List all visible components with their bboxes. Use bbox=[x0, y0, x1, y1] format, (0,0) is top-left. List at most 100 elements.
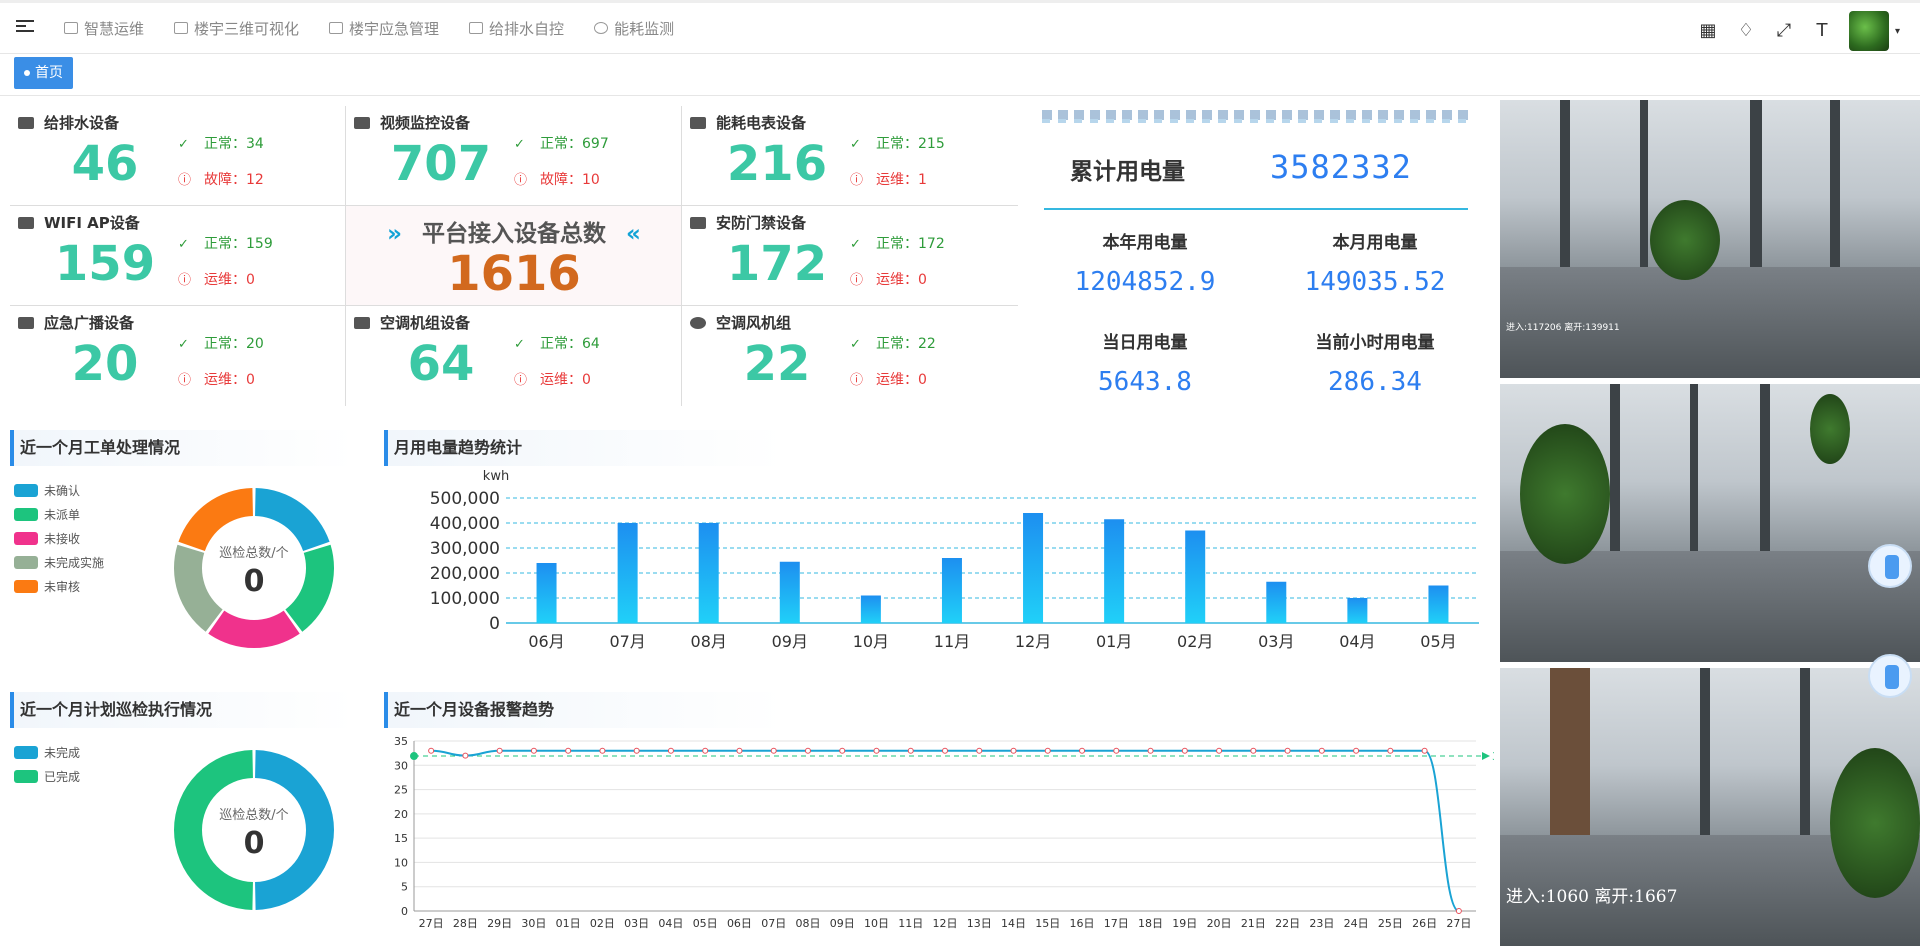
data-point[interactable] bbox=[667, 747, 674, 754]
data-point[interactable] bbox=[770, 747, 777, 754]
total-usage-label: 累计用电量 bbox=[1070, 159, 1185, 185]
menu-toggle-icon[interactable] bbox=[16, 17, 34, 35]
nav-item-emergency[interactable]: 楼宇应急管理 bbox=[329, 18, 439, 39]
stat-meter[interactable]: 能耗电表设备 216 ✓ 正常：215 ⓘ 运维：1 bbox=[682, 106, 1018, 206]
stat-ac-unit[interactable]: 空调机组设备 64 ✓ 正常：64 ⓘ 运维：0 bbox=[346, 306, 682, 406]
donut-slice[interactable] bbox=[285, 544, 334, 632]
x-tick-label: 16日 bbox=[1070, 917, 1095, 930]
data-point[interactable] bbox=[1113, 747, 1120, 754]
donut-slice[interactable] bbox=[174, 544, 223, 632]
x-tick-label: 08日 bbox=[795, 917, 820, 930]
data-point[interactable] bbox=[1181, 747, 1188, 754]
check-icon: ✓ bbox=[850, 137, 861, 152]
data-point[interactable] bbox=[599, 747, 606, 754]
stat-wifi[interactable]: WIFI AP设备 159 ✓ 正常：159 ⓘ 运维：0 bbox=[10, 206, 346, 306]
data-point[interactable] bbox=[873, 747, 880, 754]
nav-item-3d[interactable]: 楼宇三维可视化 bbox=[174, 18, 299, 39]
bar[interactable] bbox=[1023, 513, 1044, 623]
bar[interactable] bbox=[1185, 530, 1206, 624]
bar[interactable] bbox=[1266, 581, 1287, 623]
bar[interactable] bbox=[779, 561, 800, 623]
data-point[interactable] bbox=[1044, 747, 1051, 754]
donut-slice[interactable] bbox=[178, 488, 253, 551]
bar[interactable] bbox=[860, 595, 881, 624]
font-size-icon[interactable]: T bbox=[1811, 20, 1833, 42]
data-point[interactable] bbox=[1353, 747, 1360, 754]
nav-item-energy[interactable]: 能耗监测 bbox=[594, 18, 674, 39]
x-tick-label: 25日 bbox=[1378, 917, 1403, 930]
data-point[interactable] bbox=[1216, 747, 1223, 754]
camera-feed[interactable]: 进入:1060 离开:1667 bbox=[1500, 668, 1920, 946]
x-tick-label: 10月 bbox=[853, 632, 889, 651]
legend-item[interactable]: 未派单 bbox=[14, 502, 104, 526]
bar[interactable] bbox=[941, 558, 962, 623]
bar[interactable] bbox=[1104, 519, 1125, 623]
data-point[interactable] bbox=[1250, 747, 1257, 754]
donut-slice[interactable] bbox=[174, 750, 253, 910]
stat-video[interactable]: 视频监控设备 707 ✓ 正常：697 ⓘ 故障：10 bbox=[346, 106, 682, 206]
data-point[interactable] bbox=[633, 747, 640, 754]
stat-label: 应急广播设备 bbox=[44, 314, 135, 332]
legend-item[interactable]: 未完成实施 bbox=[14, 550, 104, 574]
bar[interactable] bbox=[1347, 598, 1368, 623]
stat-label: 视频监控设备 bbox=[380, 114, 471, 132]
stat-access[interactable]: 安防门禁设备 172 ✓ 正常：172 ⓘ 运维：0 bbox=[682, 206, 1018, 306]
data-point[interactable] bbox=[530, 747, 537, 754]
donut-slice[interactable] bbox=[255, 488, 330, 551]
legend-item[interactable]: 未接收 bbox=[14, 526, 104, 550]
data-point[interactable] bbox=[1010, 747, 1017, 754]
data-point[interactable] bbox=[462, 752, 469, 759]
data-point[interactable] bbox=[1455, 908, 1462, 914]
legend-item[interactable]: 已完成 bbox=[14, 764, 80, 788]
stat-broadcast[interactable]: 应急广播设备 20 ✓ 正常：20 ⓘ 运维：0 bbox=[10, 306, 346, 406]
data-point[interactable] bbox=[1079, 747, 1086, 754]
data-point[interactable] bbox=[1147, 747, 1154, 754]
x-tick-label: 02日 bbox=[590, 917, 615, 930]
x-tick-label: 08月 bbox=[691, 632, 727, 651]
data-point[interactable] bbox=[942, 747, 948, 754]
usb-icon[interactable] bbox=[1868, 544, 1912, 588]
data-point[interactable] bbox=[702, 747, 709, 754]
data-point[interactable] bbox=[1318, 747, 1325, 754]
data-point[interactable] bbox=[804, 747, 811, 754]
bar[interactable] bbox=[1428, 585, 1449, 624]
data-point[interactable] bbox=[976, 747, 983, 754]
tab-home[interactable]: 首页 bbox=[14, 57, 73, 89]
x-tick-label: 21日 bbox=[1241, 917, 1266, 930]
donut-slice[interactable] bbox=[255, 750, 334, 910]
x-tick-label: 19日 bbox=[1172, 917, 1197, 930]
bar[interactable] bbox=[536, 563, 557, 623]
bar[interactable] bbox=[698, 523, 719, 623]
camera-feed[interactable] bbox=[1500, 384, 1920, 662]
stat-fan-coil[interactable]: 空调风机组 22 ✓ 正常：22 ⓘ 运维：0 bbox=[682, 306, 1018, 406]
data-point[interactable] bbox=[907, 747, 914, 754]
stat-water[interactable]: 给排水设备 46 ✓ 正常：34 ⓘ 故障：12 bbox=[10, 106, 346, 206]
average-label: 32 bbox=[1492, 750, 1494, 763]
legend-item[interactable]: 未完成 bbox=[14, 740, 80, 764]
nav-item-water[interactable]: 给排水自控 bbox=[469, 18, 564, 39]
chevron-down-icon[interactable]: ▾ bbox=[1895, 26, 1900, 37]
data-point[interactable] bbox=[736, 747, 743, 754]
bar[interactable] bbox=[617, 523, 638, 623]
data-point[interactable] bbox=[496, 747, 503, 754]
legend-item[interactable]: 未审核 bbox=[14, 574, 104, 598]
table-icon[interactable]: ▦ bbox=[1697, 20, 1719, 42]
data-point[interactable] bbox=[1284, 747, 1291, 754]
x-tick-label: 30日 bbox=[521, 917, 546, 930]
bell-icon[interactable]: ♢ bbox=[1735, 20, 1757, 42]
fullscreen-icon[interactable]: ⤢ bbox=[1773, 20, 1795, 42]
camera-feed[interactable]: 进入:117206 离开:139911 bbox=[1500, 100, 1920, 378]
nav-item-smart-ops[interactable]: 智慧运维 bbox=[64, 18, 144, 39]
monthly-usage-chart: kwh 0 100,000 200,000 300,000 400,000 500,000 0… bbox=[430, 469, 1479, 651]
camera-feeds: 进入:117206 离开:139911 进入:1060 离开:1667 bbox=[1500, 98, 1920, 952]
data-point[interactable] bbox=[565, 747, 572, 754]
donut-slice[interactable] bbox=[208, 610, 300, 648]
data-point[interactable] bbox=[839, 747, 846, 754]
usb-icon[interactable] bbox=[1868, 654, 1912, 698]
legend-item[interactable]: 未确认 bbox=[14, 478, 104, 502]
x-tick-label: 09日 bbox=[830, 917, 855, 930]
data-point[interactable] bbox=[1387, 747, 1394, 754]
avatar[interactable] bbox=[1848, 11, 1889, 51]
data-point[interactable] bbox=[1421, 747, 1428, 754]
data-point[interactable] bbox=[428, 747, 435, 754]
